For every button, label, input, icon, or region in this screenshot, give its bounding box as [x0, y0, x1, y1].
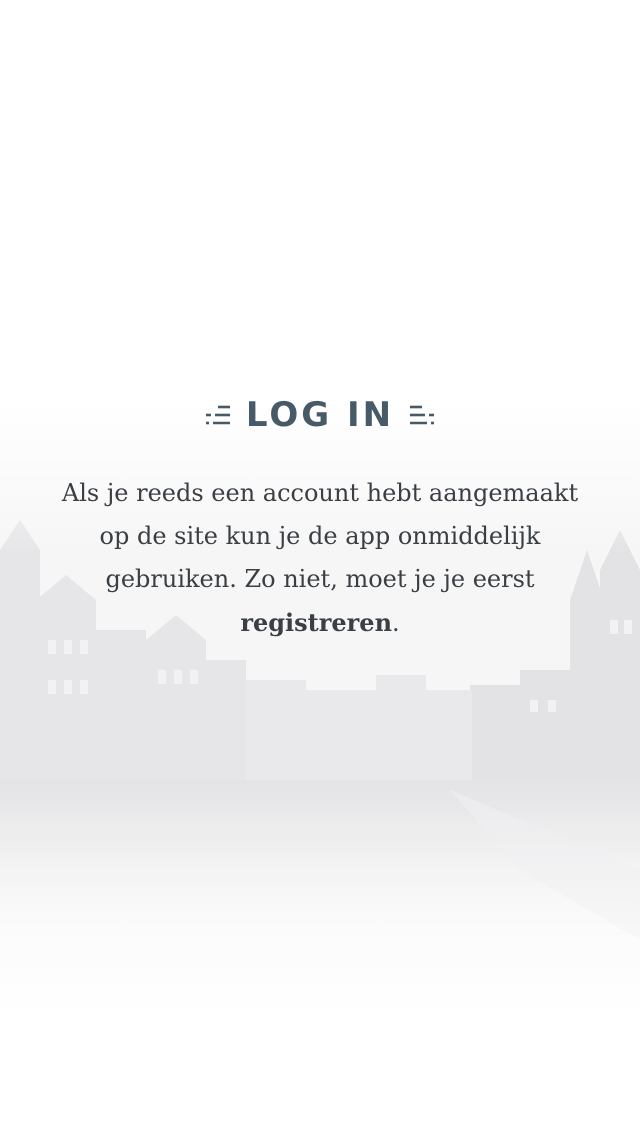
left-lines-decoration-icon: [205, 405, 230, 425]
page-title: LOG IN: [245, 395, 395, 435]
intro-text: Als je reeds een account hebt aangemaakt…: [60, 472, 580, 645]
register-link[interactable]: registreren: [240, 608, 392, 637]
intro-body: Als je reeds een account hebt aangemaakt…: [61, 479, 579, 593]
login-title-row: LOG IN: [0, 392, 640, 438]
intro-end: .: [392, 609, 400, 637]
right-lines-decoration-icon: [410, 405, 435, 425]
